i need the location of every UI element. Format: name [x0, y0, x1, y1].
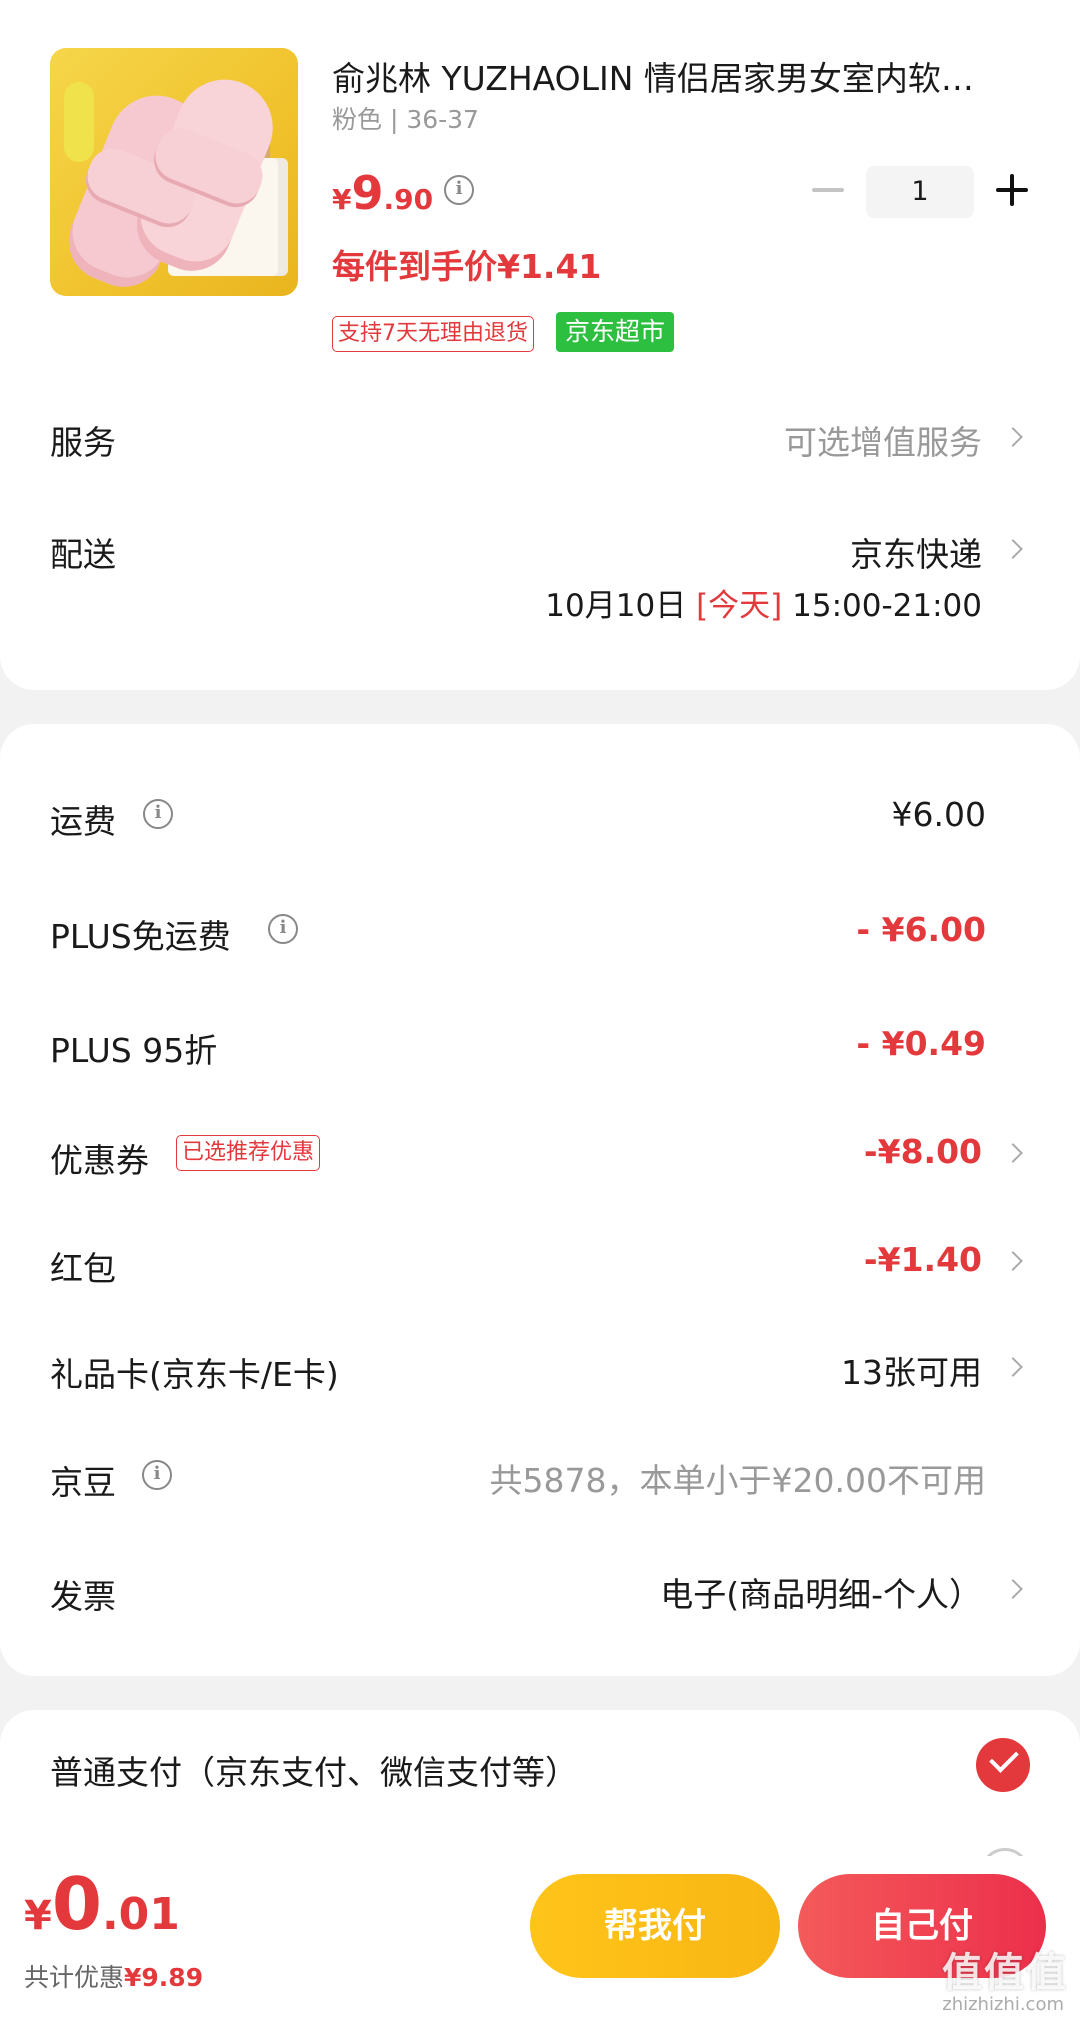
savings-amount: ¥9.89 [124, 1963, 204, 1992]
total-currency: ¥ [24, 1893, 52, 1939]
total-price: ¥0.01 [24, 1862, 180, 1946]
product-spec[interactable]: 粉色 | 36-37 [332, 100, 479, 136]
coupon-selected-badge: 已选推荐优惠 [176, 1135, 321, 1171]
shipping-fee-value: ¥6.00 [891, 795, 986, 834]
total-savings: 共计优惠¥9.89 [24, 1958, 203, 1994]
jd-beans-value: 共5878，本单小于¥20.00不可用 [489, 1461, 986, 1500]
red-packet-label: 红包 [50, 1249, 116, 1288]
plus-discount-label: PLUS 95折 [50, 1031, 218, 1070]
delivery-time[interactable]: 10月10日 [今天] 15:00-21:00 [545, 580, 982, 625]
plus-free-shipping-value: - ¥6.00 [856, 910, 986, 949]
savings-label: 共计优惠 [24, 1963, 125, 1992]
quantity-increase-button[interactable] [996, 174, 1028, 206]
invoice-value[interactable]: 电子(商品明细-个人） [660, 1568, 982, 1616]
total-integer: 0 [51, 1862, 102, 1946]
quantity-input[interactable]: 1 [866, 166, 974, 218]
watermark-logo: 值值值 [942, 1950, 1068, 1996]
shipping-fee-info-icon[interactable]: i [143, 799, 173, 829]
plus-free-shipping-label: PLUS免运费 [50, 917, 231, 956]
return-policy-badge: 支持7天无理由退货 [332, 316, 534, 352]
price-decimal: .90 [383, 183, 434, 216]
invoice-label: 发票 [50, 1577, 116, 1616]
delivery-date: 10月10日 [545, 588, 687, 624]
plus-discount-value: - ¥0.49 [856, 1024, 986, 1063]
delivery-label: 配送 [50, 535, 116, 574]
quantity-decrease-button[interactable] [812, 188, 844, 192]
gift-card-value[interactable]: 13张可用 [841, 1346, 982, 1394]
price-integer: 9 [351, 166, 384, 220]
delivery-today: [今天] [696, 588, 783, 624]
unit-price: 每件到手价¥1.41 [332, 247, 602, 286]
help-pay-button[interactable]: 帮我付 [530, 1874, 780, 1978]
shipping-fee-label: 运费 [50, 802, 116, 841]
price-info-icon[interactable]: i [444, 175, 474, 205]
fees-card [0, 724, 1080, 1676]
payment-selected-check-icon[interactable] [976, 1738, 1030, 1792]
payment-method-label[interactable]: 普通支付（京东支付、微信支付等） [50, 1746, 578, 1794]
gift-card-label: 礼品卡(京东卡/E卡) [50, 1355, 339, 1394]
jd-beans-info-icon[interactable]: i [142, 1460, 172, 1490]
product-price: ¥9.90 [332, 166, 433, 220]
service-label: 服务 [50, 423, 116, 462]
product-thumbnail[interactable] [50, 48, 298, 296]
red-packet-value[interactable]: -¥1.40 [864, 1240, 982, 1279]
coupon-value[interactable]: -¥8.00 [864, 1132, 982, 1171]
watermark-url: zhizhizhi.com [942, 1994, 1064, 2015]
jd-supermarket-badge: 京东超市 [556, 312, 675, 352]
service-value[interactable]: 可选增值服务 [784, 416, 982, 464]
delivery-carrier[interactable]: 京东快递 [850, 528, 982, 576]
jd-beans-label: 京豆 [50, 1463, 116, 1502]
total-decimal: .01 [101, 1889, 180, 1940]
coupon-label: 优惠券 [50, 1141, 149, 1180]
cactus-decoration [64, 82, 94, 162]
price-currency: ¥ [332, 183, 352, 216]
plus-free-shipping-info-icon[interactable]: i [268, 914, 298, 944]
product-title[interactable]: 俞兆林 YUZHAOLIN 情侣居家男女室内软… [332, 52, 1032, 100]
delivery-window: 15:00-21:00 [792, 588, 982, 624]
